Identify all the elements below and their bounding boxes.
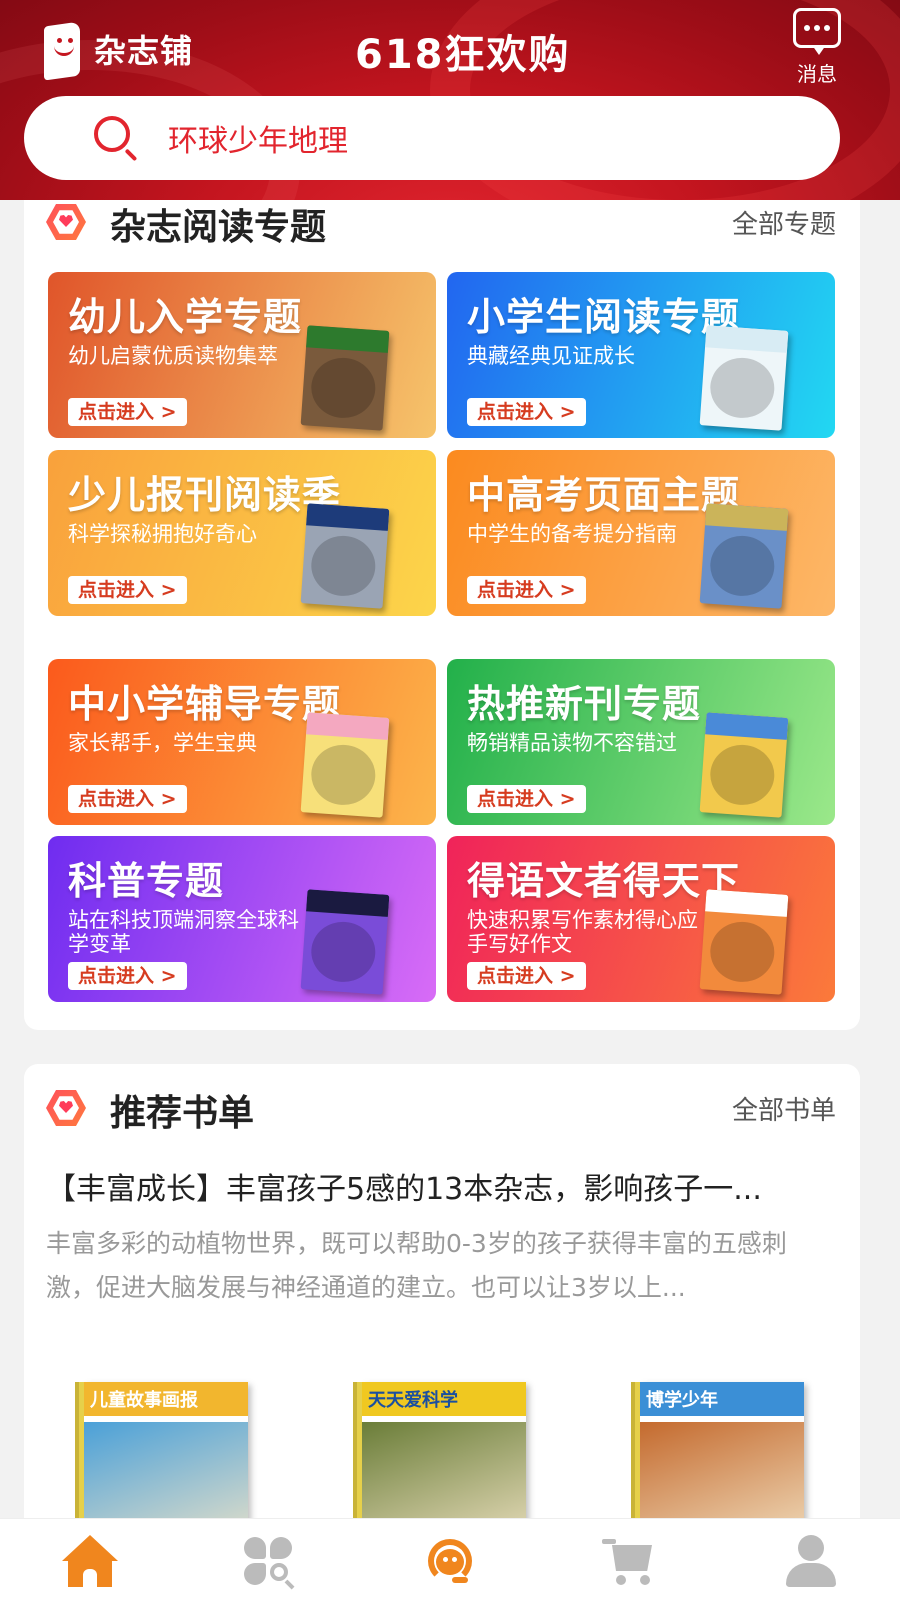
- search-input[interactable]: 环球少年地理: [168, 116, 348, 160]
- book-list-description: 丰富多彩的动植物世界，既可以帮助0-3岁的孩子获得丰富的五感刺激，促进大脑发展与…: [46, 1229, 787, 1302]
- promo-title: 618狂欢购: [355, 32, 571, 78]
- topic-card[interactable]: 科普专题站在科技顶端洞察全球科学变革点击进入 >: [48, 836, 436, 1002]
- topic-subtitle: 科学探秘拥抱好奇心: [68, 522, 257, 546]
- magazine-cover: [699, 503, 789, 609]
- user-icon: [782, 1535, 838, 1587]
- topic-title: 中小学辅导专题: [68, 682, 342, 726]
- tab-profile[interactable]: [720, 1519, 900, 1600]
- magazine-cover: [300, 503, 390, 609]
- enter-button[interactable]: 点击进入 >: [68, 576, 187, 604]
- magazine-cover: [300, 889, 390, 995]
- topic-subtitle: 畅销精品读物不容错过: [467, 731, 677, 755]
- topic-card[interactable]: 得语文者得天下快速积累写作素材得心应手写好作文点击进入 >: [447, 836, 835, 1002]
- logo-text: 杂志铺: [94, 32, 194, 70]
- topic-card[interactable]: 中小学辅导专题家长帮手，学生宝典点击进入 >: [48, 659, 436, 825]
- cart-icon: [602, 1535, 658, 1587]
- enter-button[interactable]: 点击进入 >: [467, 785, 586, 813]
- message-button[interactable]: 消息: [790, 8, 844, 87]
- topic-title: 热推新刊专题: [467, 682, 702, 726]
- tab-home[interactable]: [0, 1519, 180, 1600]
- topic-title: 小学生阅读专题: [467, 295, 741, 339]
- enter-button[interactable]: 点击进入 >: [68, 785, 187, 813]
- enter-button[interactable]: 点击进入 >: [68, 398, 187, 426]
- enter-button[interactable]: 点击进入 >: [68, 962, 187, 990]
- all-lists-link[interactable]: 全部书单: [732, 1090, 836, 1127]
- enter-button[interactable]: 点击进入 >: [467, 962, 586, 990]
- topic-title: 中高考页面主题: [467, 473, 741, 517]
- enter-button[interactable]: 点击进入 >: [467, 576, 586, 604]
- magazine-cover: [300, 325, 390, 431]
- cover-title: 博学少年: [646, 1390, 718, 1411]
- chat-bubble-icon: [793, 8, 841, 55]
- topic-subtitle: 家长帮手，学生宝典: [68, 731, 257, 755]
- topic-title: 科普专题: [68, 859, 225, 903]
- search-icon: [94, 116, 138, 162]
- topic-title: 得语文者得天下: [467, 859, 741, 903]
- topic-subtitle: 站在科技顶端洞察全球科学变革: [68, 908, 299, 956]
- magazine-cover: [699, 325, 789, 431]
- magazine-cover: [699, 712, 789, 818]
- search-bar[interactable]: 环球少年地理: [24, 96, 840, 180]
- bottom-tab-bar: [0, 1518, 900, 1600]
- recommend-section-header: 推荐书单 全部书单: [24, 1086, 860, 1146]
- magazine-cover: [300, 712, 390, 818]
- topic-subtitle: 典藏经典见证成长: [467, 344, 635, 368]
- topics-section-header: 杂志阅读专题 全部专题: [24, 200, 860, 260]
- topic-subtitle: 快速积累写作素材得心应手写好作文: [467, 908, 698, 956]
- section-title: 推荐书单: [110, 1093, 255, 1134]
- header: 杂志铺 618狂欢购 消息 环球少年地理: [0, 0, 900, 200]
- tab-cart[interactable]: [540, 1519, 720, 1600]
- customer-service-icon: [422, 1535, 478, 1587]
- topic-card[interactable]: 少儿报刊阅读季科学探秘拥抱好奇心点击进入 >: [48, 450, 436, 616]
- topic-card[interactable]: 中高考页面主题中学生的备考提分指南点击进入 >: [447, 450, 835, 616]
- book-list-title[interactable]: 【丰富成长】丰富孩子5感的13本杂志，影响孩子一...: [46, 1164, 836, 1208]
- message-label: 消息: [797, 62, 837, 86]
- category-search-icon: [242, 1535, 298, 1590]
- hexagon-heart-icon: [46, 1088, 86, 1128]
- enter-button[interactable]: 点击进入 >: [467, 398, 586, 426]
- topic-card[interactable]: 幼儿入学专题幼儿启蒙优质读物集萃点击进入 >: [48, 272, 436, 438]
- topic-subtitle: 幼儿启蒙优质读物集萃: [68, 344, 278, 368]
- book-logo-icon: [40, 18, 84, 81]
- all-topics-link[interactable]: 全部专题: [732, 204, 836, 241]
- tab-category[interactable]: [180, 1519, 360, 1600]
- topic-title: 少儿报刊阅读季: [68, 473, 342, 517]
- cover-title: 天天爱科学: [368, 1390, 458, 1411]
- app-logo[interactable]: 杂志铺: [40, 14, 193, 84]
- magazine-cover: [699, 889, 789, 995]
- topic-card[interactable]: 热推新刊专题畅销精品读物不容错过点击进入 >: [447, 659, 835, 825]
- section-title: 杂志阅读专题: [110, 207, 327, 248]
- topics-section: 杂志阅读专题 全部专题 幼儿入学专题 幼儿启蒙优质读物集萃 点击进入 > 小学生阅读专…: [24, 200, 860, 1030]
- tab-service[interactable]: [360, 1519, 540, 1600]
- topic-title: 幼儿入学专题: [68, 295, 303, 339]
- hexagon-heart-icon: [46, 202, 86, 242]
- topic-subtitle: 中学生的备考提分指南: [467, 522, 677, 546]
- home-icon: [62, 1535, 118, 1587]
- cover-title: 儿童故事画报: [90, 1390, 198, 1411]
- topic-card[interactable]: 小学生阅读专题典藏经典见证成长点击进入 >: [447, 272, 835, 438]
- recommend-section: 推荐书单 全部书单 【丰富成长】丰富孩子5感的13本杂志，影响孩子一... 丰富…: [24, 1064, 860, 1562]
